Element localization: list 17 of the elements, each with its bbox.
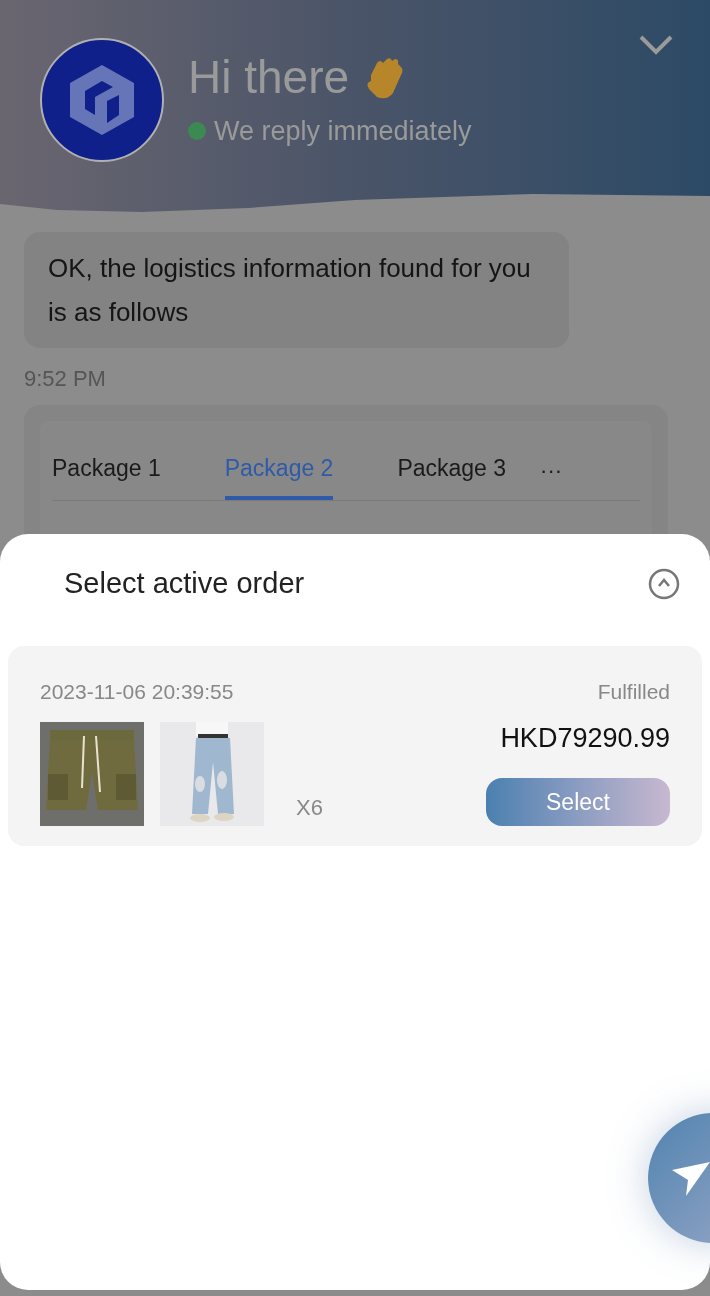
more-button[interactable]: ··· xyxy=(540,454,563,487)
collapse-chevron-icon[interactable] xyxy=(638,34,674,56)
cube-logo-icon xyxy=(67,63,137,137)
package-tab[interactable]: Package 1 xyxy=(52,441,161,500)
package-tab[interactable]: Package 3 xyxy=(397,441,507,500)
message-bubble: OK, the logistics information found for you is as follows xyxy=(24,232,569,348)
collapse-icon[interactable] xyxy=(648,568,680,600)
status-text: We reply immediately xyxy=(214,114,472,148)
sheet-title: Select active order xyxy=(64,566,305,602)
order-date: 2023-11-06 20:39:55 xyxy=(40,679,234,705)
order-status: Fulfilled xyxy=(597,679,670,705)
quantity: X6 xyxy=(296,794,323,822)
order-card[interactable]: 2023-11-06 20:39:55 Fulfilled X6 HKD79290.99 Select xyxy=(8,646,702,846)
greeting-title: Hi there xyxy=(188,50,350,105)
select-button[interactable]: Select xyxy=(486,778,670,826)
send-icon xyxy=(672,1160,710,1196)
order-price: HKD79290.99 xyxy=(500,721,670,755)
